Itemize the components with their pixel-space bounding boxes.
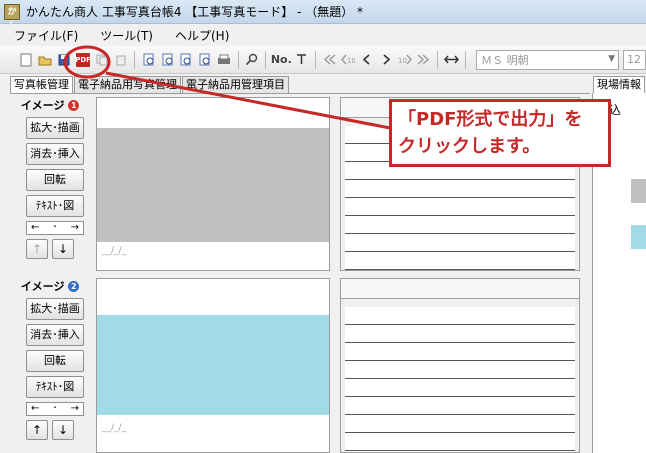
text-tool-icon[interactable] bbox=[293, 51, 310, 69]
prev-10-icon[interactable]: 10 bbox=[340, 51, 357, 69]
toolbar-separator bbox=[265, 50, 267, 69]
menu-bar: ファイル(F) ツール(T) ヘルプ(H) bbox=[0, 24, 646, 46]
arrow-left-icon[interactable]: ← bbox=[31, 222, 39, 234]
image-number-badge: 2 bbox=[68, 281, 80, 292]
move-arrows[interactable]: ← ･ → bbox=[26, 221, 84, 235]
erase-insert-button[interactable]: 消去･挿入 bbox=[26, 143, 84, 165]
move-up-button[interactable]: ↑ bbox=[26, 239, 48, 259]
svg-text:10: 10 bbox=[347, 57, 355, 65]
photo-placeholder bbox=[97, 128, 329, 242]
arrow-left-icon[interactable]: ← bbox=[31, 403, 39, 415]
photo-placeholder bbox=[97, 315, 329, 415]
instruction-callout: 「PDF形式で出力」を クリックします。 bbox=[389, 99, 611, 167]
preview-icon[interactable] bbox=[178, 51, 195, 69]
menu-tools[interactable]: ツール(T) bbox=[92, 27, 161, 44]
callout-line-1: 「PDF形式で出力」を bbox=[398, 109, 583, 130]
arrow-dot: ･ bbox=[52, 222, 58, 233]
photo-frame-1[interactable]: __/_/_ bbox=[96, 97, 330, 271]
toolbar-separator bbox=[134, 50, 136, 69]
thumbnail-2[interactable] bbox=[631, 225, 646, 249]
arrow-right-icon[interactable]: → bbox=[71, 403, 79, 415]
image-controls-1: イメージ 1 拡大･描画 消去･挿入 回転 ﾃｷｽﾄ･図 ← ･ → ↑ ↓ bbox=[14, 97, 86, 259]
arrow-dot: ･ bbox=[52, 403, 58, 414]
move-down-button[interactable]: ↓ bbox=[52, 239, 74, 259]
font-family-value: ＭＳ 明朝 bbox=[481, 53, 529, 67]
preview-icon[interactable] bbox=[159, 51, 176, 69]
next-10-icon[interactable]: 10 bbox=[397, 51, 414, 69]
callout-line-2: クリックします。 bbox=[398, 136, 541, 157]
next-icon[interactable] bbox=[378, 51, 395, 69]
zoom-draw-button[interactable]: 拡大･描画 bbox=[26, 298, 84, 320]
preview-icon[interactable] bbox=[140, 51, 157, 69]
erase-insert-button[interactable]: 消去･挿入 bbox=[26, 324, 84, 346]
text-figure-button[interactable]: ﾃｷｽﾄ･図 bbox=[26, 195, 84, 217]
first-page-icon[interactable] bbox=[321, 51, 338, 69]
svg-text:10: 10 bbox=[398, 57, 407, 65]
photo-frame-2[interactable]: __/_/_ bbox=[96, 278, 330, 453]
photo-date: __/_/_ bbox=[102, 423, 127, 433]
prev-icon[interactable] bbox=[359, 51, 376, 69]
image-label: イメージ 1 bbox=[14, 97, 86, 113]
pdf-icon: PDF bbox=[75, 52, 91, 67]
move-up-button[interactable]: ↑ bbox=[26, 420, 48, 440]
window-title: かんたん商人 工事写真台帳4 【工事写真モード】 - （無題） * bbox=[26, 5, 364, 19]
fit-width-icon[interactable] bbox=[443, 51, 460, 69]
numbering-icon[interactable]: No. bbox=[271, 51, 292, 69]
font-family-select[interactable]: ＭＳ 明朝 ▼ bbox=[476, 49, 620, 70]
toolbar-separator bbox=[437, 50, 439, 69]
rotate-button[interactable]: 回転 bbox=[26, 169, 84, 191]
rotate-button[interactable]: 回転 bbox=[26, 350, 84, 372]
photo-date: __/_/_ bbox=[102, 246, 127, 256]
tab-electronic-photo[interactable]: 電子納品用写真管理 bbox=[74, 76, 181, 93]
description-lines bbox=[345, 307, 575, 452]
copy-icon[interactable] bbox=[94, 51, 111, 69]
tab-site-info[interactable]: 現場情報 bbox=[593, 76, 645, 93]
print-icon[interactable] bbox=[216, 51, 233, 69]
toolbar: PDF No. 10 10 ＭＳ 明朝 ▼ 12 bbox=[0, 46, 646, 74]
text-figure-button[interactable]: ﾃｷｽﾄ･図 bbox=[26, 376, 84, 398]
save-icon[interactable] bbox=[56, 51, 73, 69]
font-size-select[interactable]: 12 bbox=[623, 49, 646, 70]
image-controls-2: イメージ 2 拡大･描画 消去･挿入 回転 ﾃｷｽﾄ･図 ← ･ → ↑ ↓ bbox=[14, 278, 86, 440]
toolbar-separator bbox=[315, 50, 317, 69]
toolbar-separator bbox=[237, 50, 239, 69]
arrow-right-icon[interactable]: → bbox=[71, 222, 79, 234]
description-box-2[interactable] bbox=[340, 278, 580, 453]
tab-photo-book[interactable]: 写真帳管理 bbox=[10, 76, 73, 94]
tab-electronic-items[interactable]: 電子納品用管理項目 bbox=[182, 76, 289, 93]
menu-file[interactable]: ファイル(F) bbox=[6, 27, 86, 44]
image-number-badge: 1 bbox=[68, 100, 80, 111]
thumbnail-1[interactable] bbox=[631, 179, 646, 203]
zoom-draw-button[interactable]: 拡大･描画 bbox=[26, 117, 84, 139]
description-header bbox=[341, 279, 579, 299]
toolbar-separator bbox=[465, 50, 467, 69]
menu-help[interactable]: ヘルプ(H) bbox=[167, 27, 237, 44]
preview-icon[interactable] bbox=[197, 51, 214, 69]
move-down-button[interactable]: ↓ bbox=[52, 420, 74, 440]
app-logo-icon: かん bbox=[4, 3, 20, 31]
new-file-icon[interactable] bbox=[18, 51, 35, 69]
pdf-export-button[interactable]: PDF bbox=[75, 51, 92, 69]
paste-icon[interactable] bbox=[112, 51, 129, 69]
title-bar: かん かんたん商人 工事写真台帳4 【工事写真モード】 - （無題） * bbox=[0, 0, 646, 31]
chevron-down-icon: ▼ bbox=[608, 53, 616, 64]
open-folder-icon[interactable] bbox=[37, 51, 54, 69]
image-label: イメージ 2 bbox=[14, 278, 86, 294]
find-icon[interactable] bbox=[244, 51, 261, 69]
last-page-icon[interactable] bbox=[416, 51, 433, 69]
move-arrows[interactable]: ← ･ → bbox=[26, 402, 84, 416]
tab-strip: 写真帳管理 電子納品用写真管理 電子納品用管理項目 bbox=[10, 76, 290, 94]
